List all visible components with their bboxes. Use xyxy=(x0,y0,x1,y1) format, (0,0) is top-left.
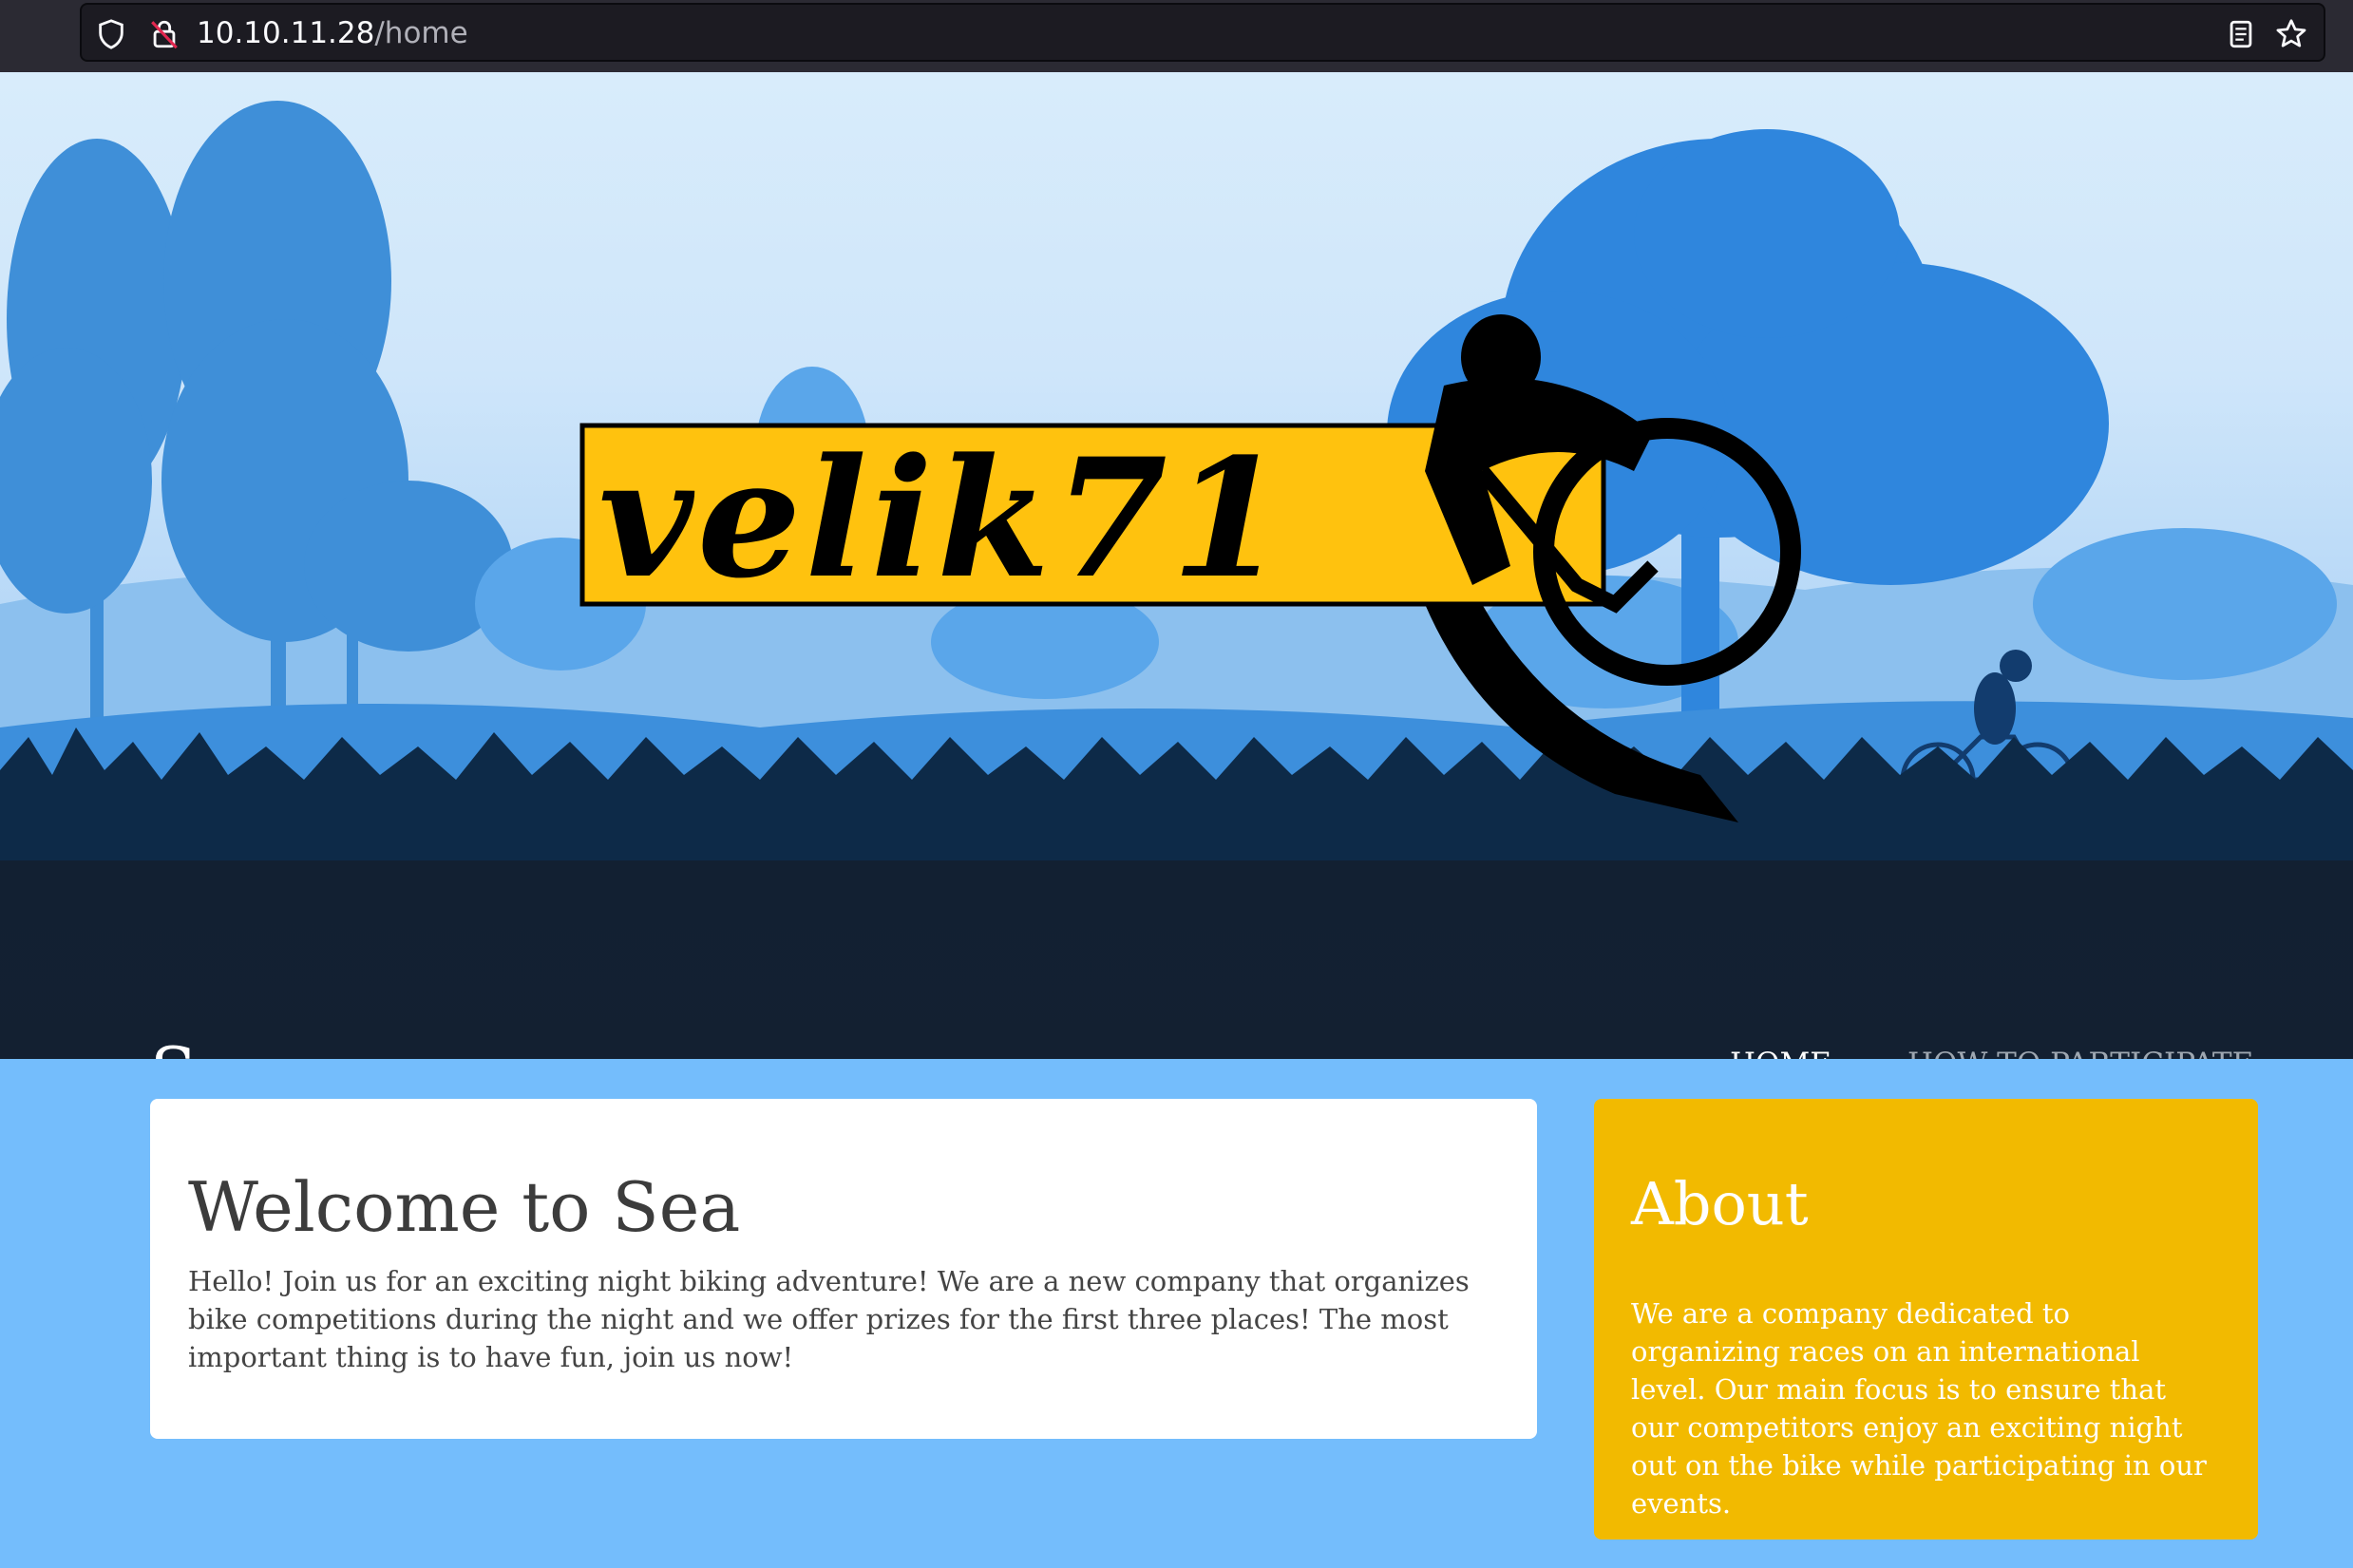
reader-view-icon[interactable] xyxy=(2225,18,2257,50)
welcome-text: Hello! Join us for an exciting night bik… xyxy=(188,1265,1470,1373)
browser-toolbar: 10.10.11.28/home xyxy=(0,0,2353,72)
address-bar[interactable]: 10.10.11.28/home xyxy=(80,3,2325,62)
nav-home-link[interactable]: HOME xyxy=(1730,1045,1831,1059)
velik71-logo: velik71 xyxy=(598,422,1289,614)
hero-banner: velik71 Sea HOME HOW TO PARTICIPATE xyxy=(0,72,2353,1059)
about-card: About We are a company dedicated to orga… xyxy=(1594,1099,2258,1540)
shield-icon[interactable] xyxy=(95,18,127,50)
bookmark-star-icon[interactable] xyxy=(2274,17,2308,51)
welcome-title: Welcome to Sea xyxy=(188,1167,741,1247)
url-host: 10.10.11.28 xyxy=(197,16,375,50)
url-path: /home xyxy=(374,16,468,50)
site-title[interactable]: Sea xyxy=(150,1030,278,1059)
forest-background-illustration: velik71 xyxy=(0,101,2353,860)
welcome-card: Welcome to Sea Hello! Join us for an exc… xyxy=(150,1099,1537,1439)
about-text: We are a company dedicated to organizing… xyxy=(1631,1297,2207,1520)
insecure-lock-icon[interactable] xyxy=(148,18,180,50)
nav-how-to-participate-link[interactable]: HOW TO PARTICIPATE xyxy=(1907,1045,2253,1059)
about-title: About xyxy=(1631,1169,1809,1238)
url-text[interactable]: 10.10.11.28/home xyxy=(197,14,468,52)
